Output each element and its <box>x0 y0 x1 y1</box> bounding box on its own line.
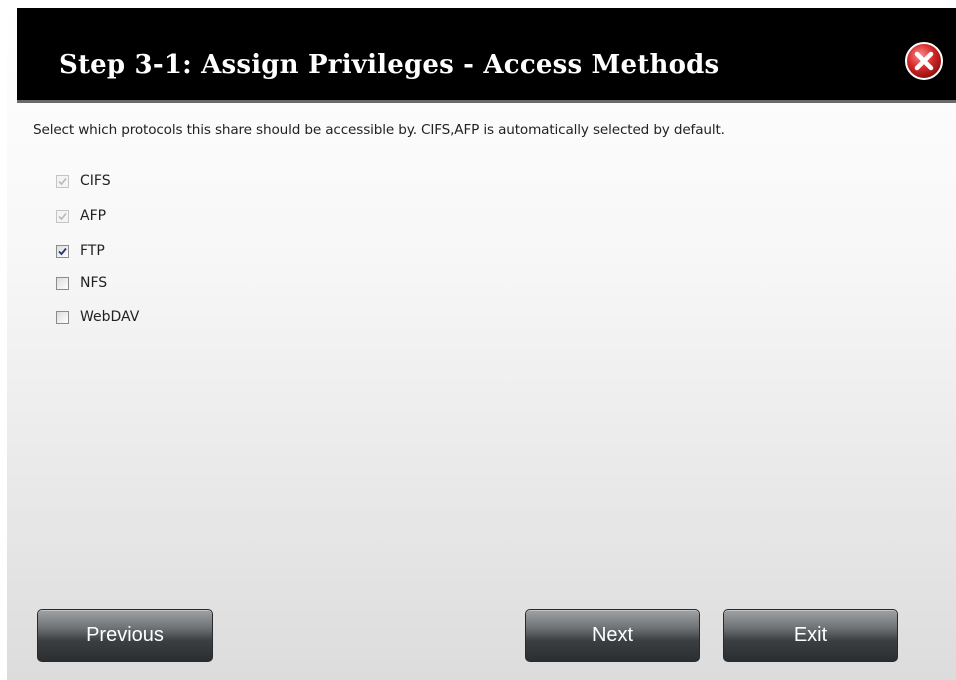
checkbox-nfs[interactable] <box>56 276 69 290</box>
checkbox-webdav[interactable] <box>56 310 69 324</box>
dialog: Step 3-1: Assign Privileges - Access Met… <box>7 0 956 680</box>
exit-button[interactable]: Exit <box>723 609 898 662</box>
title-bar: Step 3-1: Assign Privileges - Access Met… <box>17 8 956 103</box>
close-icon[interactable] <box>904 41 944 81</box>
dialog-title: Step 3-1: Assign Privileges - Access Met… <box>59 50 720 80</box>
protocol-ftp[interactable]: FTP <box>56 240 105 262</box>
previous-button[interactable]: Previous <box>37 609 213 662</box>
checkbox-ftp[interactable] <box>56 244 69 258</box>
checkbox-label-ftp: FTP <box>80 243 105 259</box>
protocol-cifs[interactable]: CIFS <box>56 170 111 192</box>
description-text: Select which protocols this share should… <box>33 122 725 138</box>
checkbox-label-nfs: NFS <box>80 275 108 291</box>
protocol-webdav[interactable]: WebDAV <box>56 306 139 328</box>
checkbox-afp[interactable] <box>56 209 69 223</box>
checkbox-cifs[interactable] <box>56 174 69 188</box>
protocol-afp[interactable]: AFP <box>56 205 106 227</box>
next-button[interactable]: Next <box>525 609 700 662</box>
checkbox-label-webdav: WebDAV <box>80 309 140 325</box>
checkbox-label-cifs: CIFS <box>80 173 111 189</box>
checkbox-label-afp: AFP <box>80 208 107 224</box>
protocol-nfs[interactable]: NFS <box>56 272 107 294</box>
